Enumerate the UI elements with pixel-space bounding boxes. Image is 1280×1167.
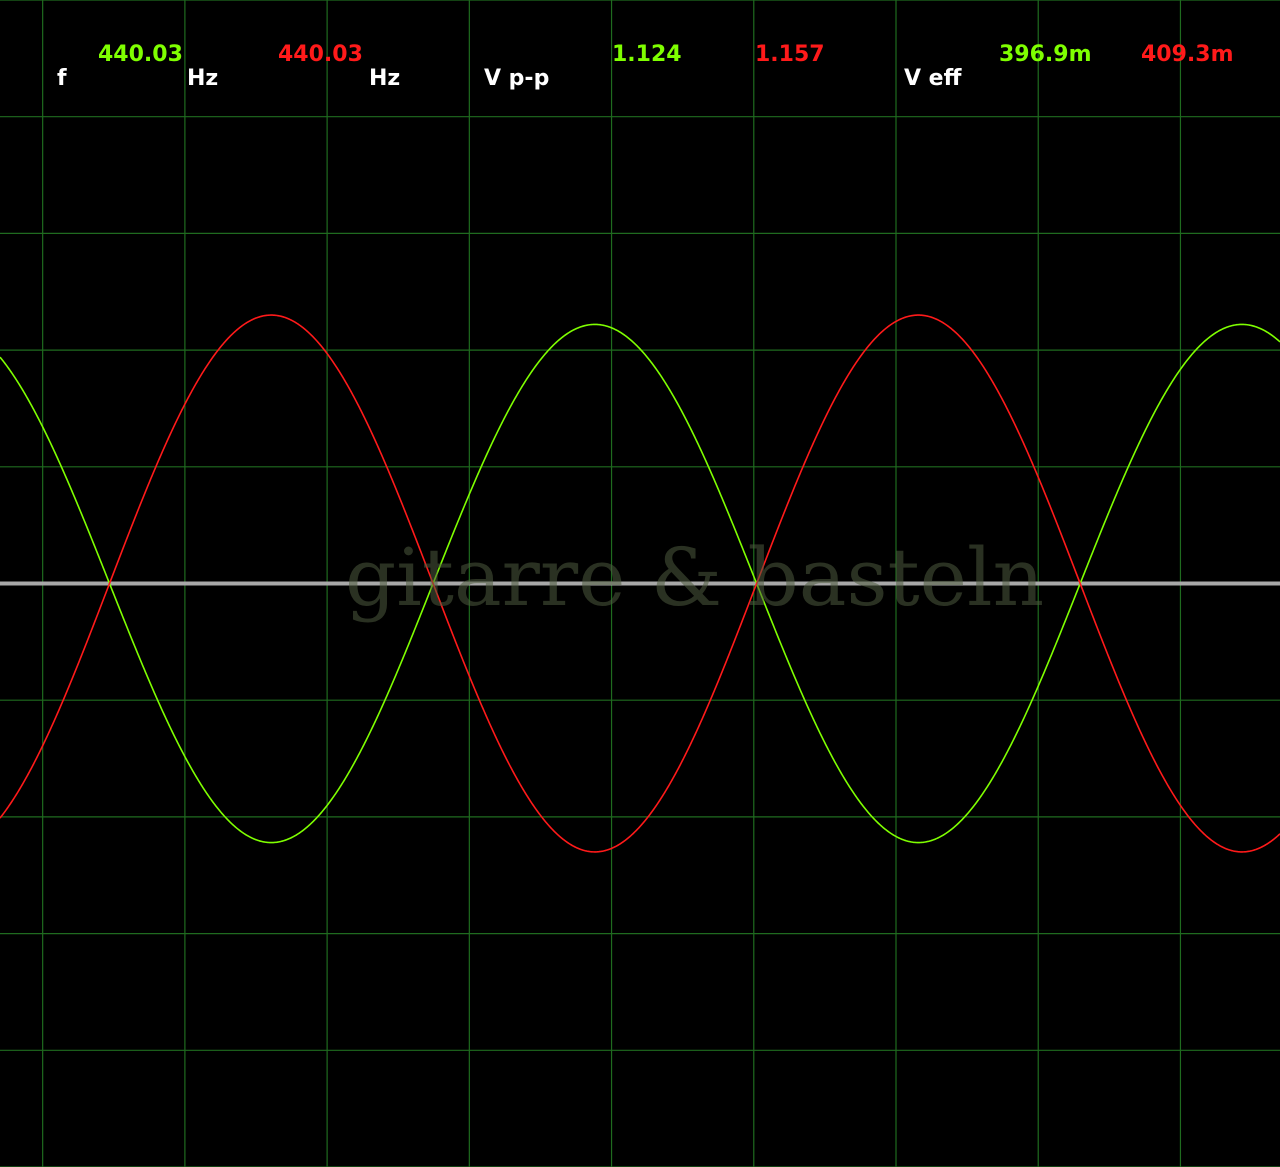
- ch2-frequency-value: 440.03: [278, 42, 363, 67]
- oscilloscope-screen: gitarre & basteln f 440.03 Hz 440.03 Hz …: [0, 0, 1280, 1167]
- ch1-frequency-unit: Hz: [187, 66, 219, 91]
- vpp-label: V p-p: [484, 66, 550, 91]
- ch1-vpp-value: 1.124: [612, 42, 682, 67]
- frequency-label: f: [57, 66, 67, 91]
- ch2-vpp-value: 1.157: [755, 42, 825, 67]
- ch2-vrms-value: 409.3m: [1141, 42, 1234, 67]
- ch1-frequency-value: 440.03: [98, 42, 183, 67]
- vrms-label: V eff: [904, 66, 962, 91]
- ch1-vrms-value: 396.9m: [999, 42, 1092, 67]
- ch2-frequency-unit: Hz: [369, 66, 401, 91]
- watermark-text: gitarre & basteln: [345, 531, 1045, 624]
